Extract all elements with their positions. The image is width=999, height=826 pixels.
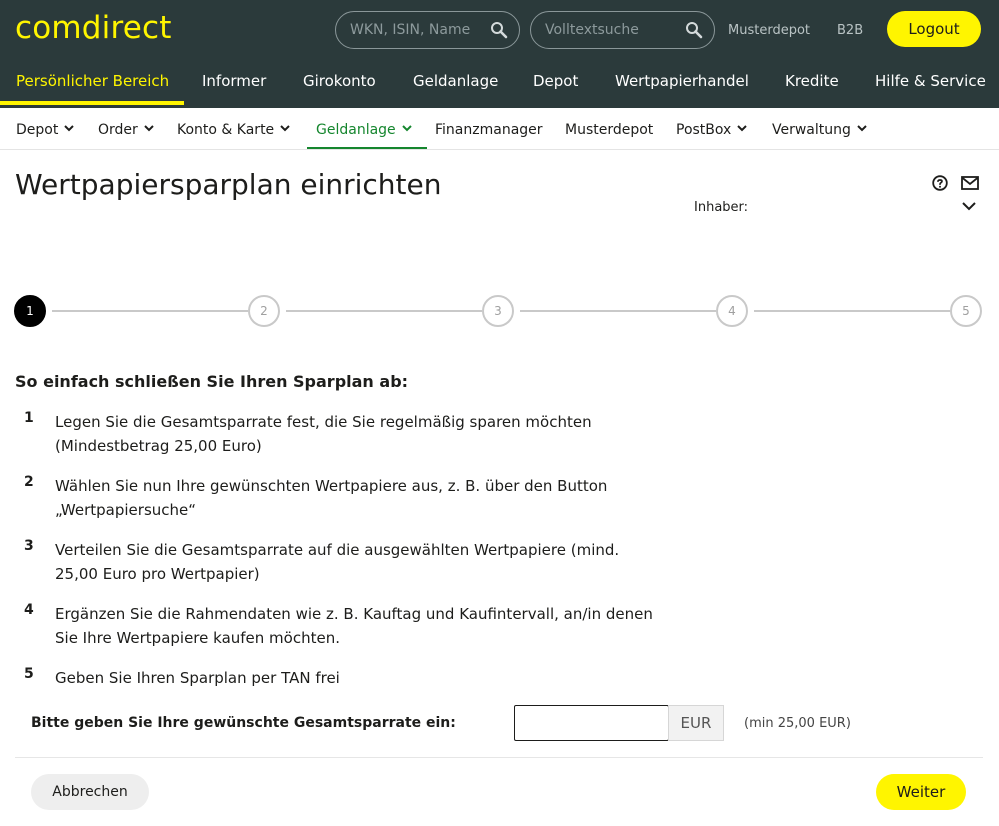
list-item-text: Geben Sie Ihren Sparplan per TAN frei — [55, 669, 340, 687]
chevron-down-icon — [280, 125, 290, 132]
savings-rate-label: Bitte geben Sie Ihre gewünschte Gesamtsp… — [31, 715, 456, 731]
logout-button[interactable]: Logout — [887, 11, 981, 47]
comdirect-logo[interactable]: comdirect — [15, 10, 172, 46]
mail-icon[interactable] — [961, 176, 979, 190]
step-1: 1 — [14, 295, 46, 327]
list-item-text: Ergänzen Sie die Rahmendaten wie z. B. K… — [55, 605, 653, 647]
nav-hilfe-service[interactable]: Hilfe & Service — [875, 72, 986, 90]
subnav-konto-karte[interactable]: Konto & Karte — [177, 122, 290, 138]
subnav-label: Order — [98, 122, 138, 138]
subnav-depot[interactable]: Depot — [16, 122, 75, 138]
chevron-down-icon — [737, 125, 748, 132]
step-5: 5 — [950, 295, 982, 327]
step-4: 4 — [716, 295, 748, 327]
owner-label: Inhaber: — [694, 200, 749, 215]
subnav-order[interactable]: Order — [98, 122, 154, 138]
subnav-label: Konto & Karte — [177, 122, 275, 138]
subnav-label: Geldanlage — [316, 122, 396, 138]
sub-navigation: Depot Order Konto & Karte Geldanlage Fin… — [0, 108, 999, 150]
subnav-label: PostBox — [676, 122, 732, 138]
step-connector — [286, 310, 482, 312]
step-3: 3 — [482, 295, 514, 327]
savings-rate-input[interactable] — [514, 705, 669, 741]
active-nav-indicator — [0, 101, 184, 105]
list-item-number: 2 — [24, 474, 34, 490]
subnav-verwaltung[interactable]: Verwaltung — [772, 122, 867, 138]
intro-heading: So einfach schließen Sie Ihren Sparplan … — [15, 372, 409, 391]
wkn-search-input[interactable] — [350, 12, 480, 48]
search-icon[interactable] — [490, 21, 508, 39]
chevron-down-icon — [64, 125, 75, 132]
nav-informer[interactable]: Informer — [202, 72, 266, 90]
nav-depot[interactable]: Depot — [533, 72, 578, 90]
list-item-number: 5 — [24, 666, 34, 682]
step-2: 2 — [248, 295, 280, 327]
nav-kredite[interactable]: Kredite — [785, 72, 839, 90]
subnav-finanzmanager[interactable]: Finanzmanager — [435, 122, 543, 138]
chevron-down-icon — [144, 125, 154, 132]
wkn-search-box[interactable] — [335, 11, 520, 49]
subnav-musterdepot[interactable]: Musterdepot — [565, 122, 653, 138]
help-icon[interactable] — [932, 175, 948, 191]
main-navigation: Persönlicher Bereich Informer Girokonto … — [0, 66, 999, 108]
top-header: comdirect Musterdepot B2B Logout Persönl… — [0, 0, 999, 108]
nav-persoenlicher-bereich[interactable]: Persönlicher Bereich — [16, 72, 169, 90]
chevron-down-icon — [401, 125, 412, 132]
fulltext-search-input[interactable] — [545, 12, 675, 48]
step-connector — [52, 310, 248, 312]
list-item-text: Legen Sie die Gesamtsparrate fest, die S… — [55, 413, 592, 455]
nav-girokonto[interactable]: Girokonto — [303, 72, 376, 90]
currency-unit: EUR — [668, 705, 724, 741]
subnav-geldanlage[interactable]: Geldanlage — [316, 122, 412, 138]
divider — [15, 757, 983, 758]
active-subnav-indicator — [307, 147, 427, 149]
list-item-number: 4 — [24, 602, 34, 618]
b2b-link[interactable]: B2B — [837, 23, 863, 38]
list-item-number: 1 — [24, 410, 34, 426]
chevron-down-icon — [857, 125, 867, 132]
minimum-amount-hint: (min 25,00 EUR) — [744, 716, 851, 731]
cancel-button[interactable]: Abbrechen — [31, 774, 149, 810]
nav-wertpapierhandel[interactable]: Wertpapierhandel — [615, 72, 749, 90]
subnav-label: Verwaltung — [772, 122, 851, 138]
nav-geldanlage[interactable]: Geldanlage — [413, 72, 498, 90]
subnav-label: Depot — [16, 122, 59, 138]
next-button[interactable]: Weiter — [876, 774, 966, 810]
musterdepot-link[interactable]: Musterdepot — [728, 23, 810, 38]
chevron-down-icon[interactable] — [961, 200, 977, 212]
progress-stepper: 1 2 3 4 5 — [0, 293, 999, 331]
list-item-number: 3 — [24, 538, 34, 554]
list-item-text: Wählen Sie nun Ihre gewünschten Wertpapi… — [55, 477, 608, 519]
page-title: Wertpapiersparplan einrichten — [15, 168, 442, 201]
list-item-text: Verteilen Sie die Gesamtsparrate auf die… — [55, 541, 620, 583]
search-icon[interactable] — [685, 21, 703, 39]
step-connector — [754, 310, 950, 312]
subnav-postbox[interactable]: PostBox — [676, 122, 748, 138]
step-connector — [520, 310, 716, 312]
fulltext-search-box[interactable] — [530, 11, 715, 49]
